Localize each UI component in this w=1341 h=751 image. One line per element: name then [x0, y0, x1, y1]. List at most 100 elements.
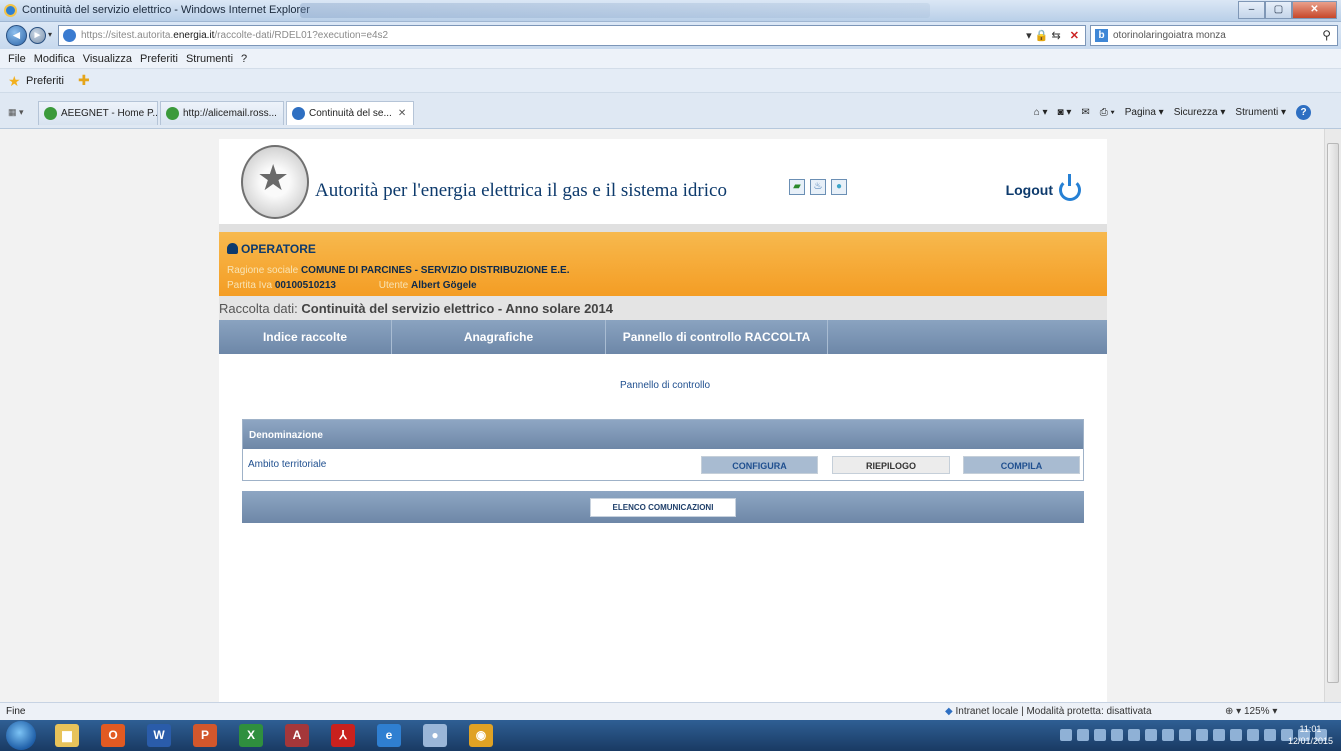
menu-strumenti-cmd[interactable]: Strumenti ▾ — [1235, 107, 1286, 118]
blurred-taskbar-preview — [300, 3, 930, 18]
excel-icon[interactable]: X — [239, 724, 263, 747]
table-header: Denominazione — [243, 420, 1083, 449]
tab-aeegnet[interactable]: AEEGNET - Home P... — [38, 101, 158, 125]
nav-pannello-controllo[interactable]: Pannello di controllo RACCOLTA — [606, 320, 828, 354]
elenco-comunicazioni-button[interactable]: ELENCO COMUNICAZIONI — [590, 498, 736, 517]
menu-strumenti[interactable]: Strumenti — [186, 53, 233, 65]
zoom-level[interactable]: ⊕ ▾ 125% ▾ — [1225, 706, 1277, 717]
ie-icon[interactable]: e — [377, 724, 401, 747]
acrobat-icon[interactable]: ⅄ — [331, 724, 355, 747]
electricity-icon[interactable]: ▰ — [789, 179, 805, 195]
search-query: otorinolaringoiatra monza — [1113, 30, 1226, 41]
web-page: Autorità per l'energia elettrica il gas … — [219, 139, 1107, 702]
address-input[interactable]: https://sitest.autorita.energia.it/racco… — [58, 25, 1086, 46]
ragione-sociale-value: COMUNE DI PARCINES - SERVIZIO DISTRIBUZI… — [300, 265, 570, 276]
menu-pagina[interactable]: Pagina ▾ — [1125, 107, 1164, 118]
globe-icon — [166, 107, 179, 120]
configura-button[interactable]: CONFIGURA — [701, 456, 818, 474]
logout-button[interactable]: Logout — [1006, 174, 1081, 201]
ragione-sociale-row: Ragione sociale COMUNE DI PARCINES - SER… — [227, 265, 570, 276]
stop-icon[interactable]: ✕ — [1070, 30, 1079, 42]
add-favorite-icon[interactable]: ✚ — [78, 72, 90, 89]
window-controls: – ▢ ✕ — [1238, 1, 1337, 19]
globe-icon — [44, 107, 57, 120]
water-drop-icon[interactable]: ● — [831, 179, 847, 195]
table-row: Ambito territoriale CONFIGURA RIEPILOGO … — [243, 449, 1083, 480]
tab-continuita[interactable]: Continuità del se... ✕ — [286, 101, 414, 125]
close-tab-icon[interactable]: ✕ — [398, 108, 406, 119]
main-nav: Indice raccolte Anagrafiche Pannello di … — [219, 320, 1107, 354]
nav-indice-raccolte[interactable]: Indice raccolte — [219, 320, 392, 354]
menu-modifica[interactable]: Modifica — [34, 53, 75, 65]
sector-icons: ▰ ♨ ● — [789, 179, 847, 195]
ie-logo-icon — [4, 4, 17, 17]
menu-file[interactable]: File — [8, 53, 26, 65]
intranet-icon: ◆ — [945, 706, 953, 717]
help-icon[interactable]: ? — [1296, 105, 1311, 120]
header-divider — [219, 224, 1107, 232]
partita-iva-row: Partita Iva 00100510213 Utente Albert Gö… — [227, 280, 477, 291]
clock-time: 11:01 — [1299, 724, 1322, 734]
window-title: Continuità del servizio elettrico - Wind… — [22, 4, 310, 16]
page-icon — [292, 107, 305, 120]
favorites-bar: ★ Preferiti ✚ — [0, 69, 1341, 93]
back-button[interactable]: ◄ — [6, 25, 27, 46]
ambito-territoriale-label: Ambito territoriale — [248, 459, 327, 470]
status-text: Fine — [6, 706, 26, 717]
url-text: https://sitest.autorita.energia.it/racco… — [81, 30, 389, 41]
lock-icon[interactable]: 🔒 — [1035, 30, 1049, 42]
minimize-button[interactable]: – — [1238, 1, 1265, 19]
operator-heading: OPERATORE — [227, 242, 316, 256]
access-icon[interactable]: A — [285, 724, 309, 747]
clock[interactable]: 11:01 12/01/2015 — [1288, 723, 1333, 747]
compila-button[interactable]: COMPILA — [963, 456, 1080, 474]
republic-emblem-icon — [241, 145, 309, 219]
forward-button[interactable]: ► — [29, 27, 46, 44]
print-icon[interactable]: ⎙ ▾ — [1100, 107, 1115, 118]
pannello-controllo-link[interactable]: Pannello di controllo — [620, 380, 710, 391]
menu-preferiti[interactable]: Preferiti — [140, 53, 178, 65]
search-input[interactable]: b otorinolaringoiatra monza ⚲ — [1090, 25, 1338, 46]
feeds-icon[interactable]: ◙ ▾ — [1058, 107, 1072, 118]
nav-anagrafiche[interactable]: Anagrafiche — [392, 320, 606, 354]
page-favicon-icon — [63, 29, 76, 42]
riepilogo-button[interactable]: RIEPILOGO — [832, 456, 950, 474]
start-button[interactable] — [6, 721, 36, 750]
raccolta-dati-value: Continuità del servizio elettrico - Anno… — [301, 301, 613, 316]
close-window-button[interactable]: ✕ — [1292, 1, 1337, 19]
status-bar: Fine ◆ Intranet locale | Modalità protet… — [0, 702, 1341, 720]
denominazione-table: Denominazione Ambito territoriale CONFIG… — [242, 419, 1084, 481]
title-bar: Continuità del servizio elettrico - Wind… — [0, 0, 1341, 22]
tab-alicemail[interactable]: http://alicemail.ross... — [160, 101, 284, 125]
home-icon[interactable]: ⌂ ▾ — [1034, 107, 1048, 118]
powerpoint-icon[interactable]: P — [193, 724, 217, 747]
gas-icon[interactable]: ♨ — [810, 179, 826, 195]
folder-icon[interactable]: ▆ — [55, 724, 79, 747]
address-bar-row: ◄ ► ▾ https://sitest.autorita.energia.it… — [0, 22, 1341, 49]
word-icon[interactable]: W — [147, 724, 171, 747]
clock-date: 12/01/2015 — [1287, 736, 1333, 746]
power-icon — [1059, 174, 1081, 201]
page-header: Autorità per l'energia elettrica il gas … — [219, 139, 1107, 224]
ie-pinned-icon[interactable]: ● — [423, 724, 447, 747]
raccolta-dati-bar: Raccolta dati: Continuità del servizio e… — [219, 296, 1107, 320]
search-icon[interactable]: ⚲ — [1322, 28, 1331, 42]
refresh-icon[interactable]: ⇆ — [1052, 30, 1061, 42]
security-zone: ◆ Intranet locale | Modalità protetta: d… — [945, 706, 1152, 717]
menu-sicurezza[interactable]: Sicurezza ▾ — [1174, 107, 1226, 118]
vertical-scrollbar[interactable] — [1324, 129, 1341, 702]
menu-visualizza[interactable]: Visualizza — [83, 53, 132, 65]
tab-bar: ▦ ▾ AEEGNET - Home P... http://alicemail… — [0, 93, 1341, 129]
favorites-button[interactable]: Preferiti — [26, 75, 64, 87]
mail-icon[interactable]: ✉ — [1081, 107, 1089, 118]
scrollbar-thumb[interactable] — [1327, 143, 1339, 683]
maximize-button[interactable]: ▢ — [1265, 1, 1292, 19]
quick-tabs-icon[interactable]: ▦ ▾ — [8, 107, 24, 118]
utente-value: Albert Gögele — [411, 280, 477, 291]
menu-help[interactable]: ? — [241, 53, 247, 65]
chrome-icon[interactable]: ◉ — [469, 724, 493, 747]
dropdown-icon[interactable]: ▾ — [1026, 30, 1032, 42]
history-dropdown-icon[interactable]: ▾ — [48, 30, 52, 39]
favorites-star-icon[interactable]: ★ — [8, 73, 21, 90]
office-icon[interactable]: O — [101, 724, 125, 747]
